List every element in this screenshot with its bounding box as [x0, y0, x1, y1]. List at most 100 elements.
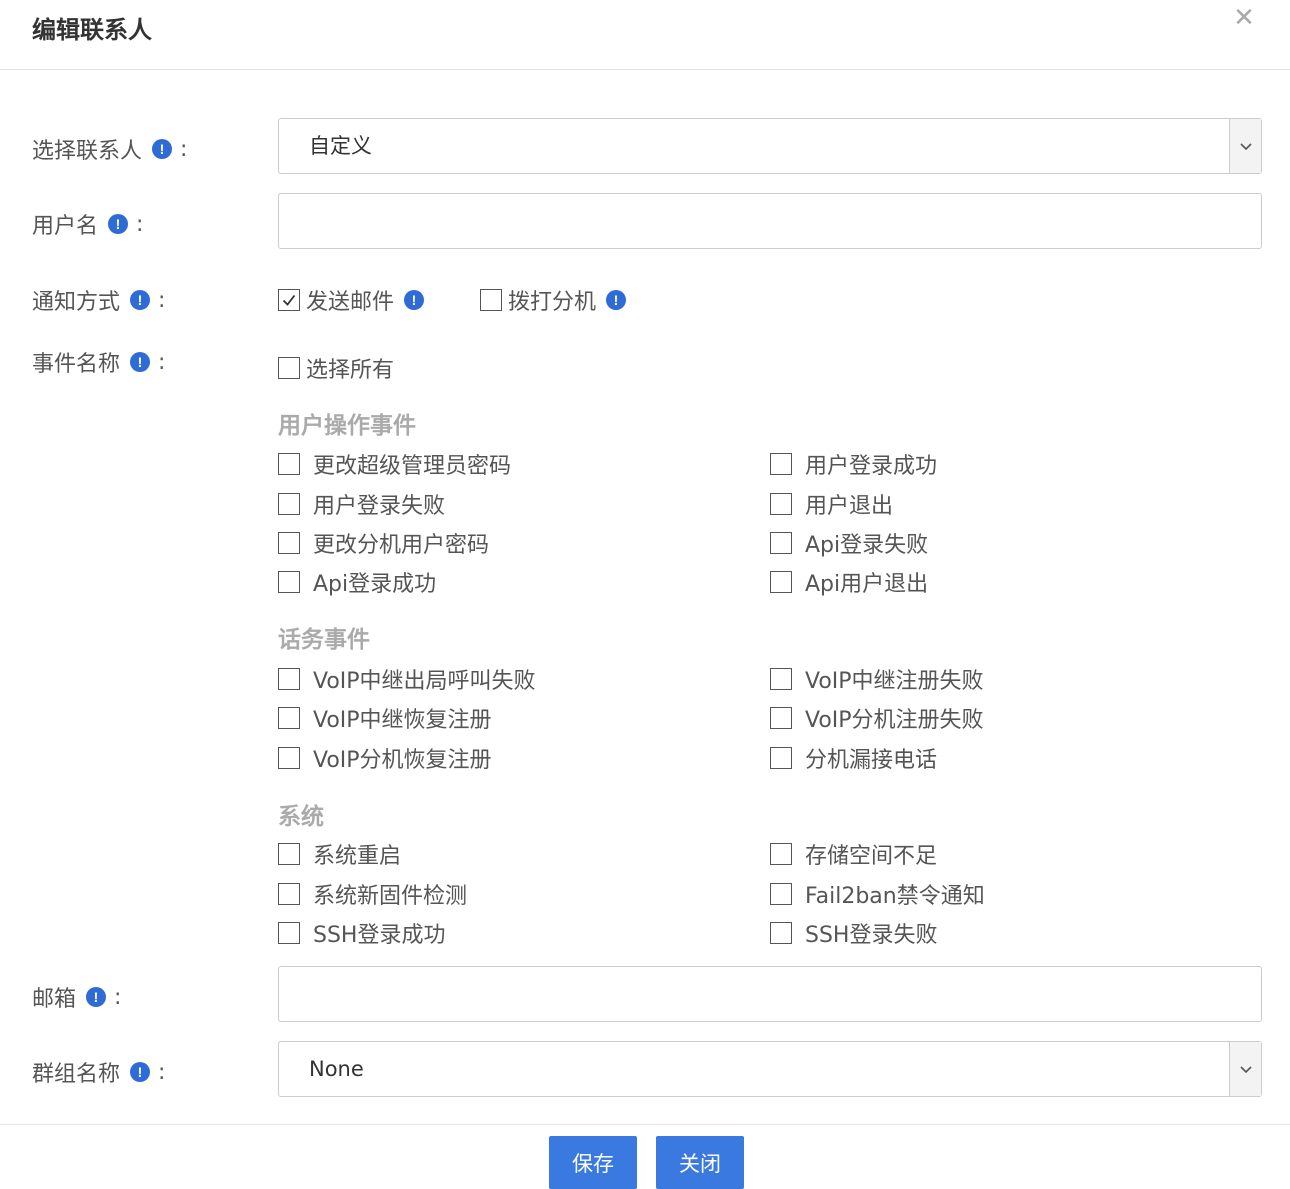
- select-all-label: 选择所有: [306, 358, 395, 383]
- event-checkbox[interactable]: 更改超级管理员密码: [278, 448, 511, 480]
- event-checkbox[interactable]: Api登录失败: [770, 527, 928, 559]
- checkmark-icon: [282, 294, 296, 306]
- save-button[interactable]: 保存: [549, 1136, 637, 1189]
- event-checkbox[interactable]: Api用户退出: [770, 566, 928, 598]
- checkbox[interactable]: [278, 571, 300, 593]
- event-label: VoIP分机注册失败: [805, 708, 984, 733]
- event-checkbox[interactable]: VoIP分机恢复注册: [278, 742, 492, 774]
- notify-call-checkbox[interactable]: 拨打分机 !: [480, 284, 627, 316]
- event-checkbox[interactable]: 更改分机用户密码: [278, 527, 489, 559]
- event-label: VoIP中继出局呼叫失败: [313, 669, 536, 694]
- email-label: 邮箱: [32, 987, 77, 1012]
- checkbox[interactable]: [278, 843, 300, 865]
- event-checkbox[interactable]: 分机漏接电话: [770, 742, 937, 774]
- info-icon: !: [130, 352, 151, 372]
- email-label-row: 邮箱 !:: [32, 981, 121, 1013]
- events-label: 事件名称: [32, 352, 121, 377]
- checkbox[interactable]: [278, 922, 300, 944]
- event-label: SSH登录失败: [805, 923, 938, 948]
- event-label: Api登录失败: [805, 533, 929, 558]
- event-label: 用户登录失败: [313, 494, 446, 519]
- event-label: SSH登录成功: [313, 923, 446, 948]
- checkbox[interactable]: [278, 532, 300, 554]
- checkbox[interactable]: [278, 707, 300, 729]
- events-label-row: 事件名称 !:: [32, 346, 165, 378]
- checkbox[interactable]: [770, 571, 792, 593]
- event-checkbox[interactable]: 用户登录失败: [278, 488, 445, 520]
- group-select[interactable]: None: [278, 1041, 1262, 1097]
- info-icon: !: [108, 214, 129, 234]
- notify-label: 通知方式: [32, 290, 121, 315]
- checkbox[interactable]: [278, 668, 300, 690]
- checkbox[interactable]: [770, 747, 792, 769]
- checkbox-checked[interactable]: [278, 289, 300, 311]
- event-checkbox[interactable]: Fail2ban禁令通知: [770, 878, 985, 910]
- event-checkbox[interactable]: 用户退出: [770, 488, 893, 520]
- event-label: VoIP中继注册失败: [805, 669, 984, 694]
- event-label: Api用户退出: [805, 572, 929, 597]
- group-label: 群组名称: [32, 1062, 121, 1087]
- footer-divider: [0, 1124, 1290, 1125]
- event-checkbox[interactable]: SSH登录成功: [278, 917, 445, 949]
- event-checkbox[interactable]: VoIP中继注册失败: [770, 663, 984, 695]
- group-select-value: None: [309, 1057, 364, 1081]
- checkbox[interactable]: [770, 493, 792, 515]
- info-icon: !: [86, 987, 107, 1007]
- checkbox[interactable]: [770, 707, 792, 729]
- info-icon: !: [130, 290, 151, 310]
- event-checkbox[interactable]: SSH登录失败: [770, 917, 937, 949]
- notify-email-checkbox[interactable]: 发送邮件 !: [278, 284, 425, 316]
- event-checkbox[interactable]: VoIP中继出局呼叫失败: [278, 663, 536, 695]
- group-label-row: 群组名称 !:: [32, 1056, 165, 1088]
- checkbox[interactable]: [770, 922, 792, 944]
- select-all-checkbox[interactable]: 选择所有: [278, 352, 394, 384]
- section-title: 系统: [278, 804, 324, 830]
- section-title: 话务事件: [278, 627, 370, 653]
- username-input[interactable]: [278, 193, 1262, 249]
- event-checkbox[interactable]: 用户登录成功: [770, 448, 937, 480]
- contact-select[interactable]: 自定义: [278, 118, 1262, 174]
- checkbox[interactable]: [770, 883, 792, 905]
- checkbox[interactable]: [278, 747, 300, 769]
- dialog-title: 编辑联系人: [32, 16, 152, 44]
- event-label: VoIP中继恢复注册: [313, 708, 492, 733]
- contact-label-row: 选择联系人 !:: [32, 133, 187, 165]
- checkbox[interactable]: [278, 493, 300, 515]
- event-checkbox[interactable]: VoIP分机注册失败: [770, 702, 984, 734]
- notify-label-row: 通知方式 !:: [32, 284, 165, 316]
- event-checkbox[interactable]: 存储空间不足: [770, 838, 937, 870]
- event-label: 更改分机用户密码: [313, 533, 490, 558]
- checkbox[interactable]: [770, 453, 792, 475]
- event-label: VoIP分机恢复注册: [313, 748, 492, 773]
- event-label: 用户登录成功: [805, 454, 938, 479]
- close-button[interactable]: 关闭: [656, 1136, 744, 1189]
- info-icon: !: [606, 290, 627, 310]
- checkbox[interactable]: [770, 668, 792, 690]
- event-label: Fail2ban禁令通知: [805, 884, 985, 909]
- event-label: 系统新固件检测: [313, 884, 468, 909]
- event-checkbox[interactable]: Api登录成功: [278, 566, 436, 598]
- event-checkbox[interactable]: VoIP中继恢复注册: [278, 702, 492, 734]
- event-label: 用户退出: [805, 494, 894, 519]
- email-input[interactable]: [278, 966, 1262, 1022]
- checkbox[interactable]: [278, 883, 300, 905]
- info-icon: !: [152, 139, 173, 159]
- chevron-down-icon[interactable]: [1229, 119, 1261, 173]
- checkbox[interactable]: [770, 843, 792, 865]
- event-label: Api登录成功: [313, 572, 437, 597]
- checkbox[interactable]: [480, 289, 502, 311]
- checkbox[interactable]: [278, 357, 300, 379]
- event-checkbox[interactable]: 系统重启: [278, 838, 401, 870]
- notify-email-label: 发送邮件: [306, 290, 395, 315]
- event-label: 系统重启: [313, 844, 402, 869]
- checkbox[interactable]: [278, 453, 300, 475]
- dialog-header: 编辑联系人 ✕: [0, 0, 1290, 70]
- username-label-row: 用户名 !:: [32, 208, 143, 240]
- event-label: 分机漏接电话: [805, 748, 938, 773]
- contact-label: 选择联系人: [32, 139, 143, 164]
- chevron-down-icon[interactable]: [1229, 1042, 1261, 1096]
- event-checkbox[interactable]: 系统新固件检测: [278, 878, 467, 910]
- username-label: 用户名: [32, 214, 99, 239]
- checkbox[interactable]: [770, 532, 792, 554]
- close-icon[interactable]: ✕: [1226, 4, 1262, 32]
